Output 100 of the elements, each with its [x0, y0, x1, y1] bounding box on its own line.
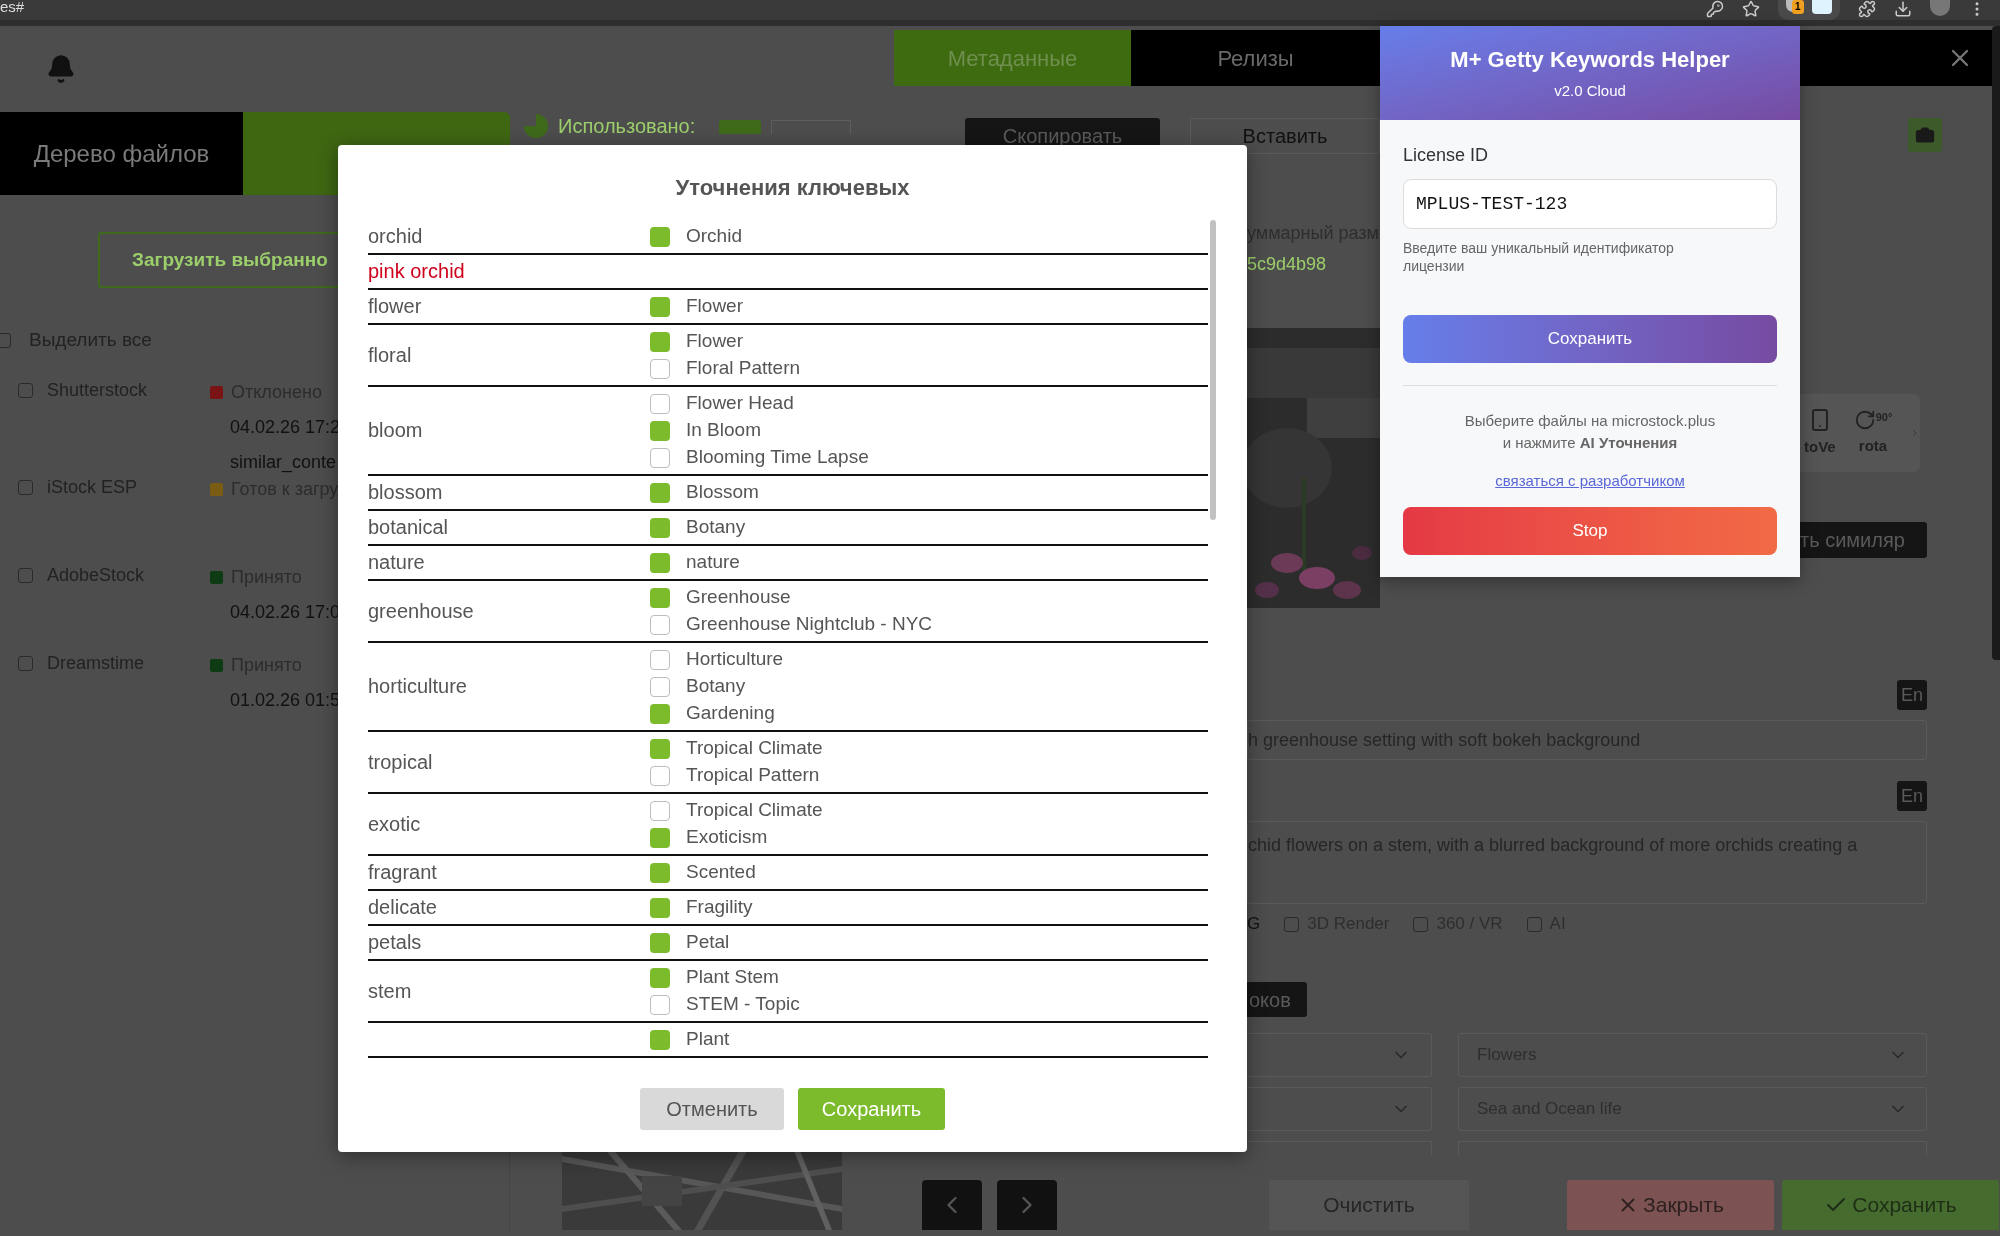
- option-label: Plant Stem: [686, 965, 779, 990]
- cancel-button[interactable]: Отменить: [640, 1088, 784, 1130]
- tab[interactable]: Релизы: [1131, 30, 1380, 86]
- option-label: Floral Pattern: [686, 356, 801, 381]
- checkbox[interactable]: [1526, 916, 1542, 932]
- keyword-text: bloom: [368, 419, 423, 441]
- checkbox[interactable]: [650, 358, 670, 379]
- checkbox[interactable]: [650, 482, 670, 503]
- previous-button[interactable]: [922, 1180, 982, 1230]
- field-label: License ID: [1403, 144, 1490, 167]
- keyword-text: fragrant: [368, 861, 437, 883]
- checkbox[interactable]: [650, 765, 670, 786]
- option-label: Tropical Climate: [686, 736, 823, 761]
- checkbox[interactable]: [1413, 916, 1429, 932]
- category-dropdown[interactable]: [1247, 1087, 1432, 1131]
- keyword-text: pink orchid: [368, 260, 465, 282]
- checkbox[interactable]: [650, 676, 670, 697]
- checkbox[interactable]: [650, 897, 670, 918]
- file-hash: 5c9d4b98: [1247, 253, 1328, 276]
- camera-button[interactable]: [1908, 118, 1942, 152]
- checkbox[interactable]: [650, 614, 670, 635]
- keyword-text: horticulture: [368, 675, 467, 697]
- checkbox[interactable]: [0, 332, 11, 348]
- contact-link[interactable]: связаться с разработчиком: [1495, 470, 1685, 493]
- extension-button[interactable]: 1: [1778, 0, 1840, 20]
- keyword-text: botanical: [368, 516, 449, 538]
- checkbox[interactable]: [650, 587, 670, 608]
- keywords-button[interactable]: оков: [1247, 982, 1307, 1017]
- checkbox[interactable]: [650, 447, 670, 468]
- checkbox[interactable]: [650, 420, 670, 441]
- save-button[interactable]: Сохранить: [1403, 315, 1777, 363]
- language-badge[interactable]: En: [1897, 680, 1927, 710]
- option-label: Flower Head: [686, 391, 794, 416]
- star-icon[interactable]: [1742, 0, 1760, 18]
- license-field[interactable]: MPLUS-TEST-123: [1403, 179, 1777, 229]
- checkbox[interactable]: [650, 994, 670, 1015]
- stop-button[interactable]: Stop: [1403, 506, 1777, 555]
- key-icon[interactable]: [1706, 0, 1724, 18]
- popup-version: v2.0 Cloud: [1554, 81, 1626, 102]
- checkbox[interactable]: [650, 1029, 670, 1050]
- checkbox[interactable]: [650, 932, 670, 953]
- checkbox[interactable]: [650, 703, 670, 724]
- option-label: Tropical Pattern: [686, 763, 820, 788]
- checkbox[interactable]: [650, 738, 670, 759]
- keyword-text: floral: [368, 343, 412, 366]
- checkbox[interactable]: [650, 552, 670, 573]
- keyword-text: stem: [368, 979, 412, 1002]
- checkbox[interactable]: [18, 567, 33, 583]
- language-badge[interactable]: En: [1897, 781, 1927, 811]
- pie-icon: [524, 114, 548, 138]
- dialog-title: Уточнения ключевых: [675, 174, 910, 202]
- checkbox[interactable]: [18, 655, 33, 671]
- option-label: Greenhouse Nightclub - NYC: [686, 612, 933, 637]
- checkbox[interactable]: [18, 479, 33, 495]
- checkbox[interactable]: [650, 862, 670, 883]
- similar-button[interactable]: ть симиляр: [1800, 522, 1927, 558]
- rotate-icon[interactable]: [1853, 408, 1876, 431]
- checkbox[interactable]: [650, 296, 670, 317]
- option-label: STEM - Topic: [686, 992, 800, 1017]
- download-icon[interactable]: [1894, 0, 1912, 18]
- flag-label: G: [1247, 913, 1261, 936]
- option-label: Gardening: [686, 701, 775, 726]
- option-label: Fragility: [686, 895, 753, 920]
- checkbox[interactable]: [650, 393, 670, 414]
- save-button[interactable]: Сохранить: [798, 1088, 945, 1130]
- keyword-text: petals: [368, 931, 422, 953]
- scrollbar[interactable]: [1992, 26, 2000, 660]
- category-dropdown[interactable]: [1247, 1141, 1432, 1155]
- checkbox[interactable]: [650, 827, 670, 848]
- category-dropdown[interactable]: [1247, 1033, 1432, 1077]
- tab[interactable]: Метаданные: [894, 30, 1131, 86]
- checkbox[interactable]: [650, 967, 670, 988]
- avatar-icon[interactable]: [1930, 0, 1950, 16]
- info-text: Выберите файлы на microstock.plus и нажмите AI Уточнения: [1463, 411, 1717, 453]
- checkbox[interactable]: [650, 517, 670, 538]
- option-label: Greenhouse: [686, 585, 791, 610]
- keyword-text: blossom: [368, 481, 443, 503]
- checkbox[interactable]: [18, 382, 33, 398]
- tab[interactable]: Дерево файлов: [0, 112, 243, 195]
- puzzle-icon[interactable]: [1858, 0, 1876, 18]
- checkbox[interactable]: [650, 226, 670, 247]
- option-label: Blooming Time Lapse: [686, 445, 869, 470]
- address-text: es#: [0, 0, 25, 14]
- checkbox[interactable]: [650, 649, 670, 670]
- keyword-text: tropical: [368, 750, 433, 773]
- option-label: Petal: [686, 930, 730, 955]
- option-label: Exoticism: [686, 825, 768, 850]
- close-button[interactable]: Закрыть: [1567, 1180, 1774, 1230]
- save-button[interactable]: Сохранить: [1782, 1180, 1999, 1230]
- checkbox[interactable]: [1284, 916, 1300, 932]
- camera-icon: [1915, 125, 1935, 145]
- status-detail: similar_conte: [229, 450, 338, 475]
- option-label: Botany: [686, 674, 746, 699]
- notification-badge: 1: [1792, 0, 1804, 14]
- bell-icon[interactable]: [46, 54, 76, 84]
- checkbox[interactable]: [650, 331, 670, 352]
- field-hint: Введите ваш уникальный идентификатор лицензии: [1403, 239, 1675, 275]
- checkbox[interactable]: [650, 800, 670, 821]
- next-button[interactable]: [997, 1180, 1057, 1230]
- scrollbar[interactable]: [1210, 220, 1216, 520]
